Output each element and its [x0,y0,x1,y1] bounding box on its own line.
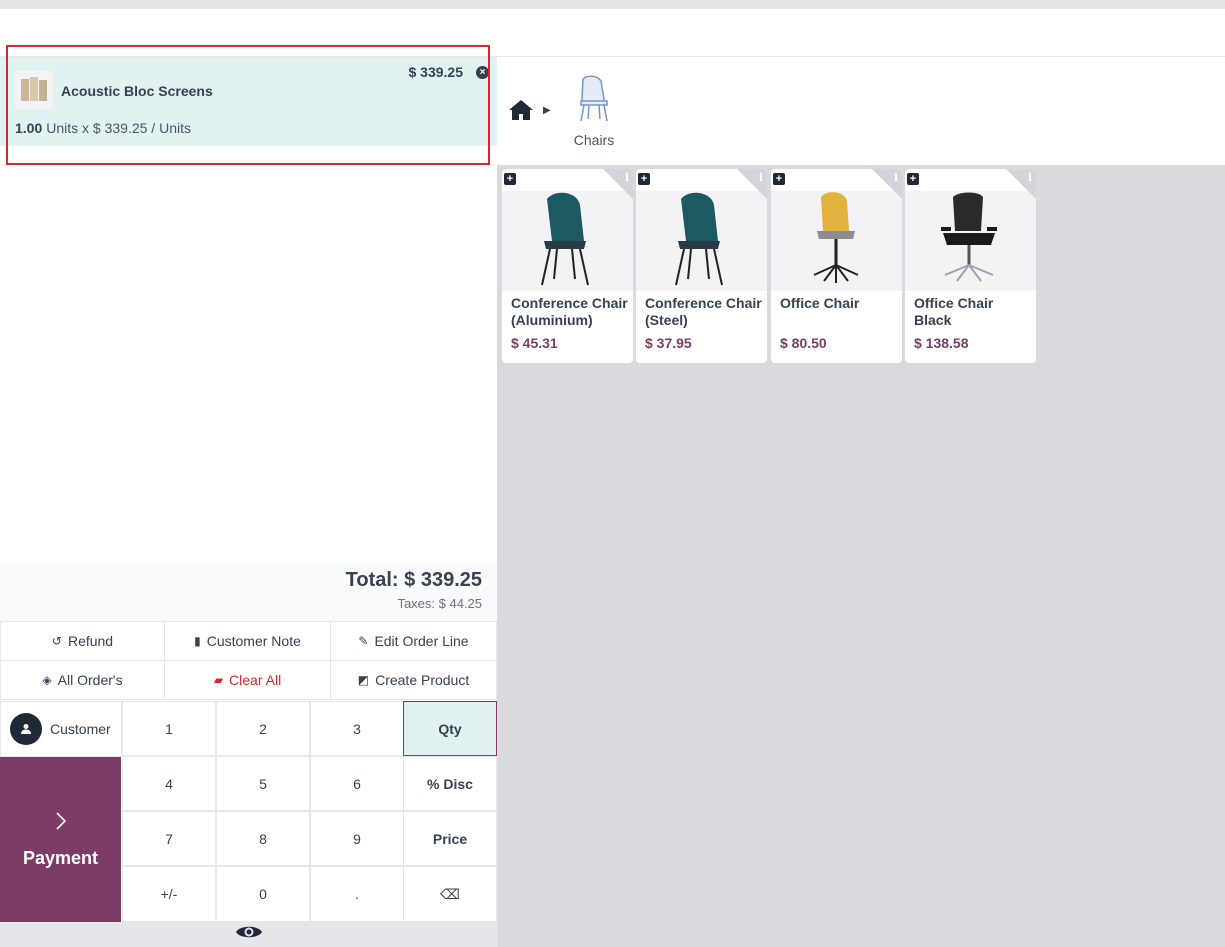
product-card[interactable]: + i Office Chair Black $ 138.58 [905,169,1036,363]
product-image [636,191,767,291]
product-image [771,191,902,291]
edit-icon: ✎ [358,634,369,648]
numpad-area: Customer Payment 1 2 3 Qty 4 5 6 % Disc … [0,701,497,922]
order-line-selected[interactable]: Acoustic Bloc Screens $ 339.25 × 1.00 Uni… [0,57,497,146]
add-product-icon[interactable]: + [504,173,516,185]
category-bar: ▶ Chairs [497,57,1225,165]
category-label: Chairs [573,132,615,148]
edit-order-line-button[interactable]: ✎ Edit Order Line [330,621,497,661]
note-icon: ▮ [194,634,201,648]
product-card[interactable]: + i Office Chair $ 80.50 [771,169,902,363]
product-price: $ 80.50 [780,335,827,351]
customer-button[interactable]: Customer [0,701,122,757]
product-price: $ 138.58 [914,335,969,351]
numpad-key-0[interactable]: 0 [216,866,310,922]
product-card[interactable]: + i Conference Chair (Steel) $ 37.95 [636,169,767,363]
order-line-unit-detail: Units x $ 339.25 / Units [46,120,191,136]
all-orders-button[interactable]: ◈ All Order's [0,660,165,700]
create-product-button[interactable]: ◩ Create Product [330,660,497,700]
home-icon[interactable] [508,99,534,126]
add-product-icon[interactable]: + [907,173,919,185]
payment-button[interactable]: Payment [0,757,121,922]
user-icon [10,713,42,745]
product-name: Office Chair [780,295,860,311]
pencil-square-icon: ◩ [357,673,370,687]
numpad-key-5[interactable]: 5 [216,756,310,811]
product-price: $ 45.31 [511,335,558,351]
eye-icon [235,923,263,946]
review-toggle-bar[interactable] [0,922,497,947]
numpad-key-7[interactable]: 7 [122,811,216,866]
numpad-key-8[interactable]: 8 [216,811,310,866]
order-totals: Total: $ 339.25 Taxes: $ 44.25 [0,561,497,621]
customer-note-button[interactable]: ▮ Customer Note [164,621,331,661]
numpad-key-decimal[interactable]: . [310,866,404,922]
pos-header [0,9,1225,57]
product-name: Conference Chair (Steel) [645,295,762,328]
numpad-key-6[interactable]: 6 [310,756,404,811]
product-price: $ 37.95 [645,335,692,351]
numpad-mode-discount[interactable]: % Disc [403,756,497,811]
eraser-icon: ▰ [213,673,224,687]
chevron-right-icon [55,810,67,838]
category-chairs[interactable]: Chairs [571,75,617,148]
order-line-price: $ 339.25 [408,64,464,80]
numpad-key-2[interactable]: 2 [216,701,310,756]
undo-icon: ↺ [51,634,62,648]
info-icon[interactable]: i [625,171,629,184]
info-icon[interactable]: i [894,171,898,184]
clear-all-button[interactable]: ▰ Clear All [164,660,331,700]
caret-right-icon: ▶ [543,105,551,116]
order-line-name: Acoustic Bloc Screens [61,83,213,99]
chair-icon [571,75,617,127]
order-panel: Acoustic Bloc Screens $ 339.25 × 1.00 Uni… [0,45,497,947]
add-product-icon[interactable]: + [773,173,785,185]
product-card[interactable]: + i Conference Chair (Aluminium) $ 45.31 [502,169,633,363]
product-thumbnail [15,71,53,109]
numpad-mode-price[interactable]: Price [403,811,497,866]
product-name: Conference Chair (Aluminium) [511,295,628,328]
product-name: Office Chair Black [914,295,994,328]
order-taxes: Taxes: $ 44.25 [397,596,482,611]
order-total: Total: $ 339.25 [345,569,482,591]
numpad-key-backspace[interactable]: ⌫ [403,866,497,922]
remove-line-icon[interactable]: × [476,66,489,79]
numpad-key-plus-minus[interactable]: +/- [122,866,216,922]
products-panel: ▶ Chairs + i Conference Chair (Aluminium… [497,57,1225,947]
numpad-mode-qty[interactable]: Qty [403,701,497,756]
numpad-key-3[interactable]: 3 [310,701,404,756]
control-buttons: ↺ Refund ▮ Customer Note ✎ Edit Order Line … [0,621,497,701]
numpad-key-1[interactable]: 1 [122,701,216,756]
info-icon[interactable]: i [759,171,763,184]
browser-top-strip [0,0,1225,9]
numpad-key-4[interactable]: 4 [122,756,216,811]
ticket-icon: ◈ [42,673,52,687]
product-image [502,191,633,291]
product-image [905,191,1036,291]
add-product-icon[interactable]: + [638,173,650,185]
refund-button[interactable]: ↺ Refund [0,621,165,661]
info-icon[interactable]: i [1028,171,1032,184]
order-line-detail: 1.00 Units x $ 339.25 / Units [15,120,191,136]
order-line-quantity: 1.00 [15,120,43,136]
numpad-key-9[interactable]: 9 [310,811,404,866]
